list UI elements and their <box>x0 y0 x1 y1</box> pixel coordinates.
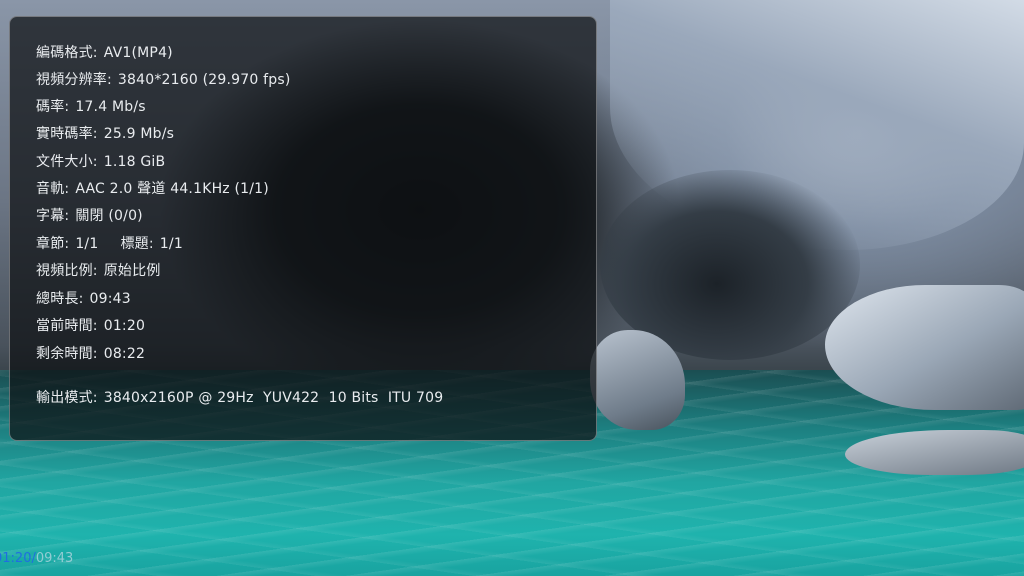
timecode-current: 01:20 <box>0 551 32 566</box>
bitrate-value: 17.4 Mb/s <box>75 99 146 115</box>
playback-timecode: 01:20/09:43 <box>0 551 73 566</box>
title-value: 1/1 <box>159 236 183 252</box>
total-duration-value: 09:43 <box>89 291 131 307</box>
title-label: 標題: <box>120 236 154 252</box>
aspect-ratio-value: 原始比例 <box>103 263 161 279</box>
audio-track-value: AAC 2.0 聲道 44.1KHz (1/1) <box>75 181 269 197</box>
subtitle-label: 字幕: <box>36 208 70 224</box>
chapter-title-row: 章節: 1/1 標題: 1/1 <box>36 235 183 253</box>
output-mode-row: 輸出模式: 3840x2160P @ 29Hz YUV422 10 Bits IT… <box>36 389 443 407</box>
codec-value: AV1(MP4) <box>103 45 173 61</box>
current-time-value: 01:20 <box>103 318 146 334</box>
realtime-bitrate-label: 實時碼率: <box>36 126 98 142</box>
codec-label: 編碼格式: <box>36 45 98 61</box>
bitrate-row: 碼率: 17.4 Mb/s <box>36 98 146 116</box>
remaining-time-value: 08:22 <box>103 346 146 362</box>
resolution-label: 視頻分辨率: <box>36 72 112 88</box>
aspect-ratio-row: 視頻比例: 原始比例 <box>36 262 161 280</box>
chapter-label: 章節: <box>36 236 70 252</box>
realtime-bitrate-value: 25.9 Mb/s <box>103 126 175 142</box>
aspect-ratio-label: 視頻比例: <box>36 263 98 279</box>
timecode-total: 09:43 <box>35 551 74 566</box>
audio-track-row: 音軌: AAC 2.0 聲道 44.1KHz (1/1) <box>36 180 269 198</box>
subtitle-row: 字幕: 關閉 (0/0) <box>36 207 143 225</box>
resolution-value: 3840*2160 (29.970 fps) <box>117 72 291 88</box>
file-size-row: 文件大小: 1.18 GiB <box>36 153 165 171</box>
chapter-value: 1/1 <box>75 236 99 252</box>
remaining-time-label: 剩余時間: <box>36 346 98 362</box>
total-duration-label: 總時長: <box>36 291 84 307</box>
subtitle-value: 關閉 (0/0) <box>75 208 143 224</box>
bitrate-label: 碼率: <box>36 99 70 115</box>
audio-track-label: 音軌: <box>36 181 70 197</box>
resolution-row: 視頻分辨率: 3840*2160 (29.970 fps) <box>36 71 291 89</box>
file-size-value: 1.18 GiB <box>103 154 166 170</box>
current-time-label: 當前時間: <box>36 318 98 334</box>
codec-row: 編碼格式: AV1(MP4) <box>36 44 173 62</box>
remaining-time-row: 剩余時間: 08:22 <box>36 345 145 363</box>
realtime-bitrate-row: 實時碼率: 25.9 Mb/s <box>36 125 174 143</box>
total-duration-row: 總時長: 09:43 <box>36 290 131 308</box>
current-time-row: 當前時間: 01:20 <box>36 317 145 335</box>
media-info-panel: 編碼格式: AV1(MP4) 視頻分辨率: 3840*2160 (29.970 fp… <box>9 16 597 441</box>
output-mode-value: 3840x2160P @ 29Hz YUV422 10 Bits ITU 709 <box>103 390 444 406</box>
output-mode-label: 輸出模式: <box>36 390 98 406</box>
file-size-label: 文件大小: <box>36 154 98 170</box>
